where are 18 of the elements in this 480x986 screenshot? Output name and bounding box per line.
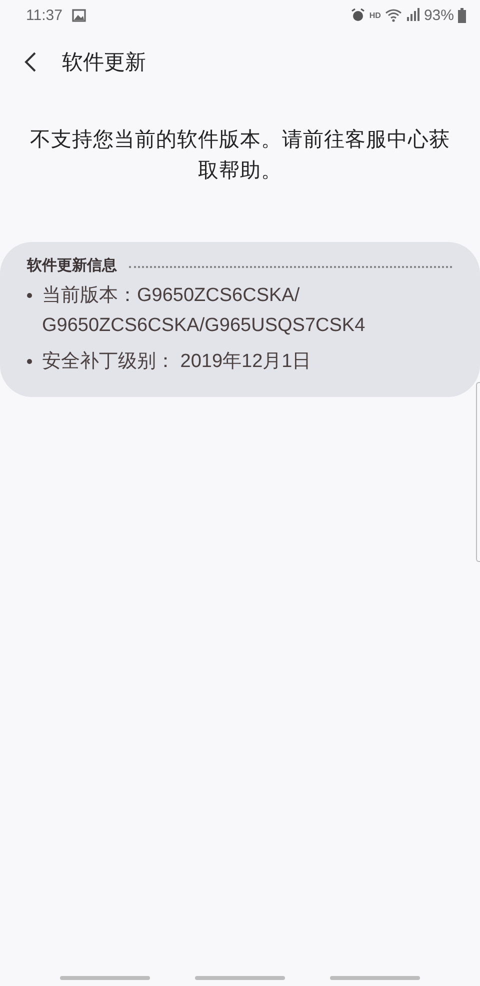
wifi-icon (384, 8, 402, 22)
alarm-icon (351, 8, 366, 22)
error-message: 不支持您当前的软件版本。请前往客服中心获取帮助。 (29, 127, 451, 184)
card-title: 软件更新信息 (27, 256, 117, 275)
status-time: 11:37 (26, 6, 62, 24)
signal-icon (406, 8, 420, 22)
nav-handle[interactable] (60, 976, 150, 980)
bullet-icon (27, 359, 32, 364)
info-text: 安全补丁级别： 2019年12月1日 (42, 350, 312, 374)
battery-percent: 93% (424, 6, 454, 24)
bullet-icon (27, 293, 32, 298)
nav-handle[interactable] (330, 976, 420, 980)
page-title: 软件更新 (62, 50, 146, 76)
hd-label: HD (369, 10, 381, 20)
info-text: 当前版本：G9650ZCS6CSKA/ G9650ZCS6CSKA/G965USQS7CSK4 (42, 284, 366, 338)
battery-icon (458, 8, 466, 22)
image-icon (72, 8, 86, 22)
nav-handle[interactable] (195, 976, 285, 980)
